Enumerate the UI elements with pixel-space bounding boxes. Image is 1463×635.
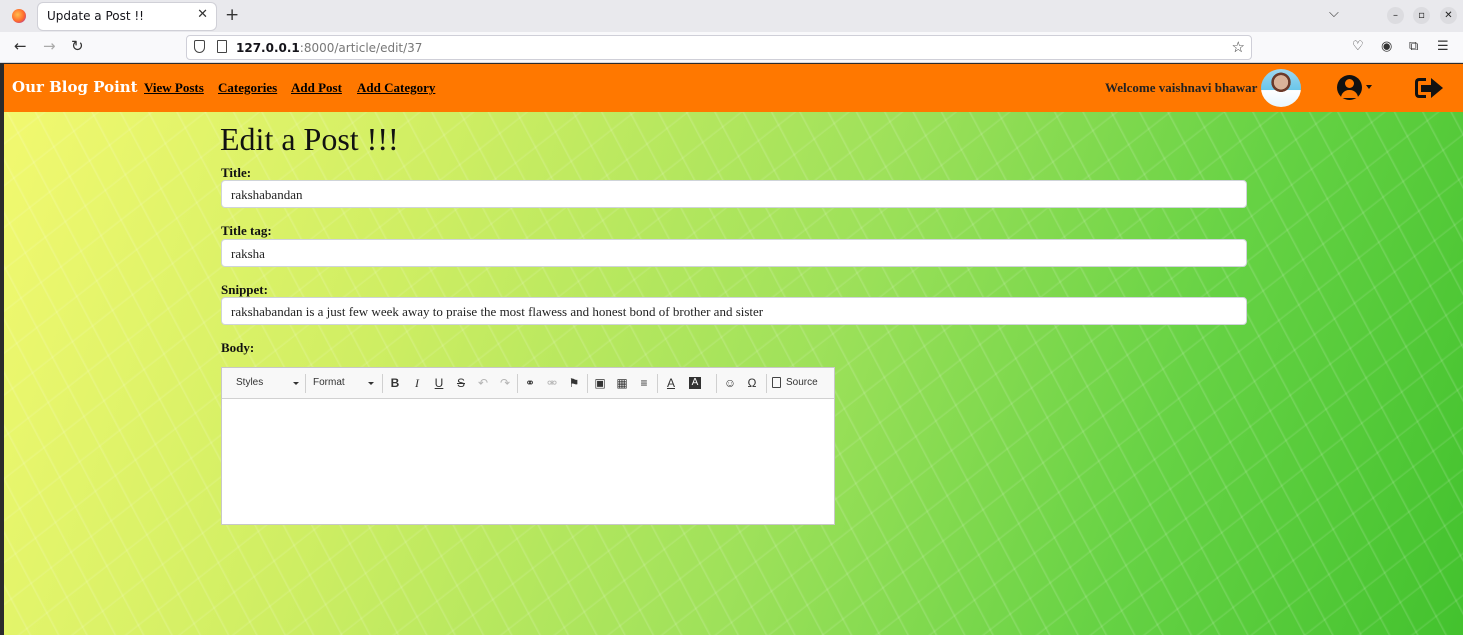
rich-text-editor: Styles Format B I U S ↶ ↷ ⚭ ⚮ ⚑ ▣ ▦ ≡ A [221, 367, 835, 525]
table-icon[interactable]: ▦ [613, 375, 631, 392]
background-color-icon[interactable]: A [689, 377, 701, 389]
nav-add-post[interactable]: Add Post [291, 80, 342, 96]
reload-icon[interactable]: ↻ [71, 37, 84, 55]
source-icon [772, 377, 781, 388]
caret-down-icon [1366, 85, 1372, 89]
new-tab-icon[interactable]: + [225, 5, 239, 25]
firefox-icon [12, 9, 26, 23]
tab-title: Update a Post !! [47, 9, 144, 23]
close-window-icon[interactable]: ✕ [1440, 7, 1457, 24]
pocket-icon[interactable]: ♡ [1352, 39, 1364, 54]
title-tag-label: Title tag: [221, 223, 272, 238]
account-icon[interactable]: ◉ [1381, 39, 1392, 54]
toolbar-divider [305, 374, 306, 393]
strikethrough-icon[interactable]: S [452, 375, 470, 392]
maximize-icon[interactable]: ▫ [1413, 7, 1430, 24]
image-icon[interactable]: ▣ [591, 375, 609, 392]
snippet-input[interactable]: rakshabandan is a just few week away to … [221, 297, 1247, 325]
bookmark-star-icon[interactable]: ☆ [1232, 38, 1245, 56]
back-icon[interactable]: ← [14, 37, 27, 55]
title-label: Title: [221, 165, 252, 180]
editor-content-area[interactable] [222, 400, 834, 524]
title-tag-input[interactable]: raksha [221, 239, 1247, 267]
anchor-flag-icon[interactable]: ⚑ [565, 375, 583, 392]
link-icon[interactable]: ⚭ [521, 375, 539, 392]
toolbar-divider [657, 374, 658, 393]
horizontal-line-icon[interactable]: ≡ [635, 375, 653, 392]
url-path: :8000/article/edit/37 [299, 41, 423, 55]
styles-label: Styles [236, 377, 264, 388]
page-info-icon[interactable] [217, 40, 227, 53]
url-text[interactable]: 127.0.0.1:8000/article/edit/37 [236, 41, 422, 55]
minimize-icon[interactable]: – [1387, 7, 1404, 24]
close-tab-icon[interactable]: ✕ [197, 7, 208, 22]
extensions-icon[interactable]: ⧉ [1409, 39, 1418, 54]
undo-icon[interactable]: ↶ [474, 375, 492, 392]
editor-toolbar: Styles Format B I U S ↶ ↷ ⚭ ⚮ ⚑ ▣ ▦ ≡ A [222, 368, 834, 399]
list-tabs-icon[interactable]: ⌵ [1329, 6, 1339, 21]
nav-add-category[interactable]: Add Category [357, 80, 435, 96]
nav-view-posts[interactable]: View Posts [144, 80, 204, 96]
underline-icon[interactable]: U [430, 375, 448, 392]
redo-icon[interactable]: ↷ [496, 375, 514, 392]
italic-icon[interactable]: I [408, 375, 426, 392]
site-brand[interactable]: Our Blog Point [12, 78, 138, 96]
user-dropdown[interactable] [1337, 75, 1375, 101]
format-label: Format [313, 377, 345, 388]
text-color-icon[interactable]: A [662, 375, 680, 392]
menu-icon[interactable]: ☰ [1437, 39, 1449, 54]
toolbar-divider [517, 374, 518, 393]
browser-tabbar: Update a Post !! ✕ + ⌵ – ▫ ✕ [0, 0, 1463, 32]
snippet-label: Snippet: [221, 282, 268, 297]
welcome-text: Welcome vaishnavi bhawar [1105, 80, 1258, 95]
url-bar[interactable]: 127.0.0.1:8000/article/edit/37 ☆ [186, 35, 1252, 60]
bold-icon[interactable]: B [386, 375, 404, 392]
avatar [1261, 69, 1301, 107]
url-host: 127.0.0.1 [236, 41, 300, 55]
page-content: Our Blog Point View Posts Categories Add… [4, 64, 1463, 635]
logout-icon[interactable] [1415, 76, 1443, 100]
user-icon [1337, 75, 1362, 100]
source-label: Source [786, 377, 818, 388]
browser-navbar: ← → ↻ 127.0.0.1:8000/article/edit/37 ☆ ♡… [0, 32, 1463, 63]
toolbar-divider [587, 374, 588, 393]
toolbar-divider [716, 374, 717, 393]
body-label: Body: [221, 340, 255, 355]
nav-categories[interactable]: Categories [218, 80, 277, 96]
toolbar-divider [766, 374, 767, 393]
page-title: Edit a Post !!! [220, 121, 399, 157]
styles-dropdown[interactable]: Styles [230, 375, 302, 392]
title-input[interactable]: rakshabandan [221, 180, 1247, 208]
site-navbar: Our Blog Point View Posts Categories Add… [4, 64, 1463, 112]
unlink-icon[interactable]: ⚮ [543, 375, 561, 392]
smiley-icon[interactable]: ☺ [721, 375, 739, 392]
chevron-down-icon [293, 382, 299, 385]
forward-icon[interactable]: → [43, 37, 56, 55]
format-dropdown[interactable]: Format [307, 375, 377, 392]
toolbar-divider [382, 374, 383, 393]
chevron-down-icon [368, 382, 374, 385]
shield-icon[interactable] [194, 40, 205, 53]
browser-tab[interactable]: Update a Post !! ✕ [38, 3, 216, 30]
special-char-icon[interactable]: Ω [743, 375, 761, 392]
